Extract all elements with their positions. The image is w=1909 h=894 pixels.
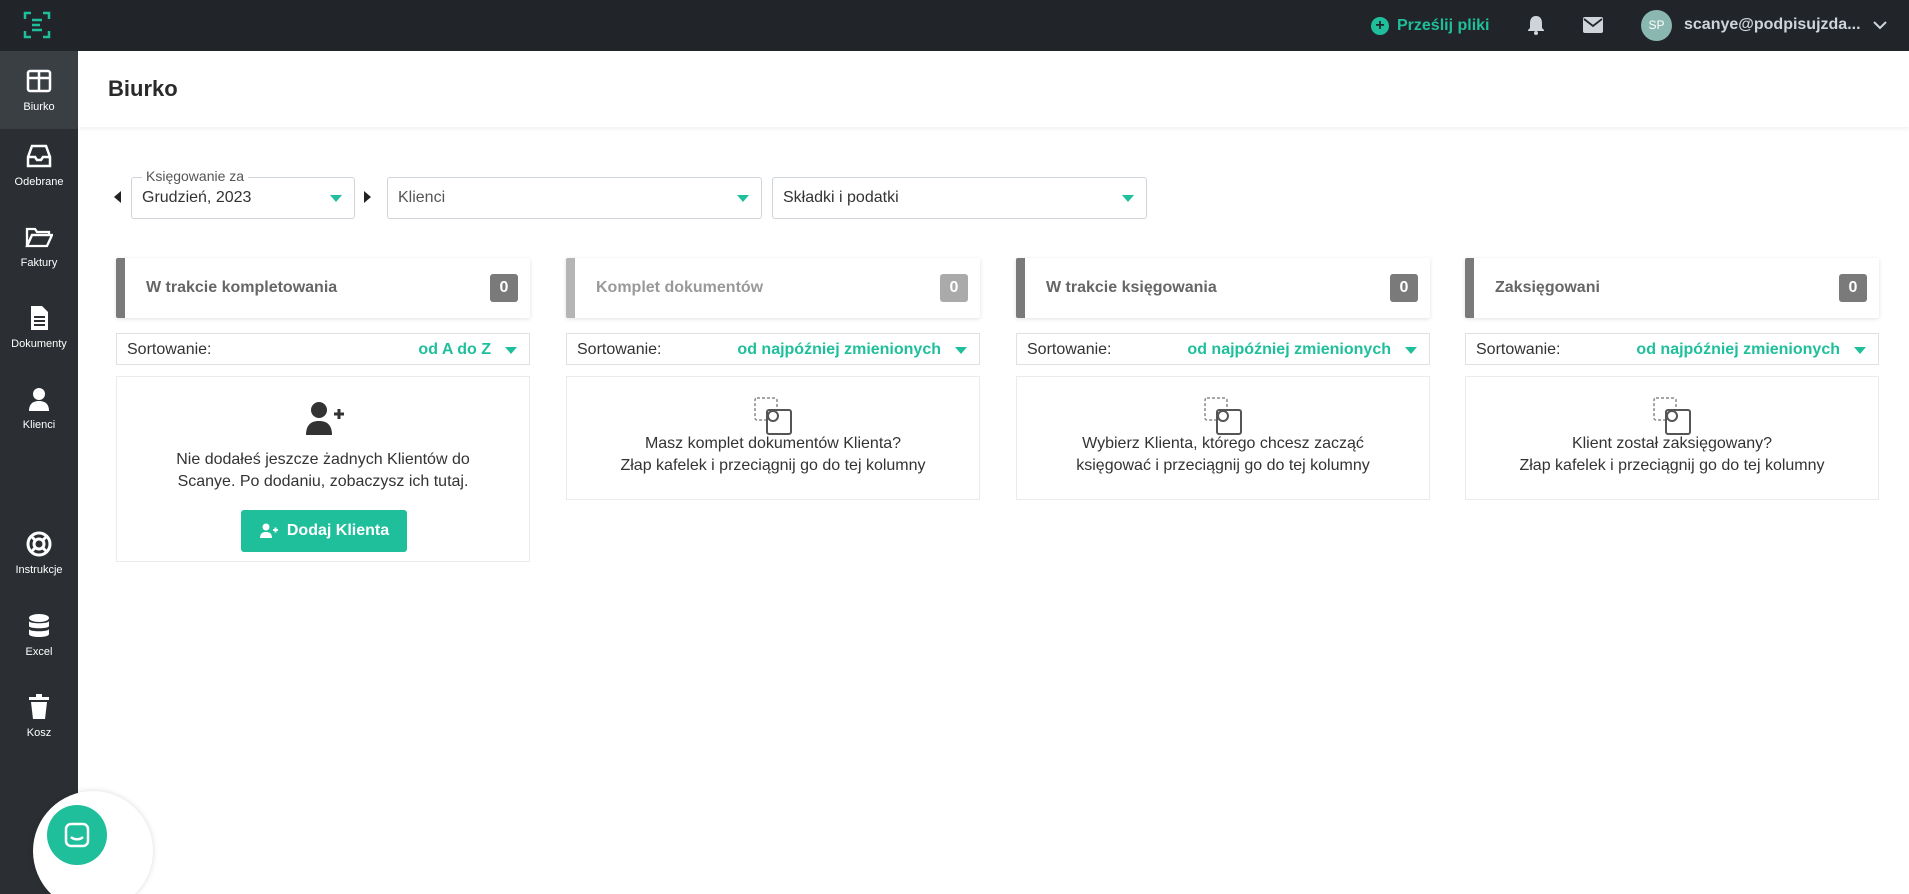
- database-icon: [29, 614, 49, 637]
- sort-select[interactable]: Sortowanie: od najpóźniej zmienionych: [566, 333, 980, 365]
- caret-down-icon: [330, 195, 342, 202]
- sidebar-item-label: Instrukcje: [15, 564, 63, 576]
- sidebar-item-label: Dokumenty: [11, 338, 67, 350]
- inbox-icon: [26, 144, 52, 168]
- folder-icon: [25, 227, 53, 248]
- mail-icon[interactable]: [1580, 12, 1606, 38]
- user-menu[interactable]: SP scanye@podpisujzda...: [1641, 8, 1887, 42]
- column-title: Komplet dokumentów: [596, 279, 764, 296]
- sort-select[interactable]: Sortowanie: od A do Z: [116, 333, 530, 365]
- sidebar-item-label: Odebrane: [14, 176, 64, 188]
- caret-down-icon: [1405, 347, 1417, 354]
- sidebar-item-label: Biurko: [23, 101, 55, 113]
- sidebar-item-label: Faktury: [20, 257, 58, 269]
- sidebar-item-label: Klienci: [22, 419, 56, 431]
- sort-select[interactable]: Sortowanie: od najpóźniej zmienionych: [1016, 333, 1430, 365]
- sort-label: Sortowanie:: [1027, 341, 1112, 358]
- sort-label: Sortowanie:: [127, 341, 212, 358]
- taxes-select-value: Składki i podatki: [783, 189, 899, 206]
- sort-value: od najpóźniej zmienionych: [737, 341, 941, 358]
- empty-clients-text-line: Nie dodałeś jeszcze żadnych Klientów do: [176, 451, 470, 468]
- sort-value: od najpóźniej zmienionych: [1636, 341, 1840, 358]
- drag-drop-icon: [754, 397, 792, 435]
- sort-select[interactable]: Sortowanie: od najpóźniej zmienionych: [1465, 333, 1879, 365]
- sidebar-item-label: Kosz: [26, 727, 52, 739]
- sidebar-item-instrukcje[interactable]: Instrukcje: [0, 514, 78, 592]
- dropzone-text-line: Wybierz Klienta, którego chcesz zacząć: [1082, 435, 1364, 452]
- dropzone-text-line: księgować i przeciągnij go do tej kolumn…: [1076, 457, 1370, 474]
- clients-select-placeholder: Klienci: [398, 189, 446, 206]
- add-client-label: Dodaj Klienta: [286, 522, 390, 539]
- sidebar-item-faktury[interactable]: Faktury: [0, 207, 78, 285]
- sort-label: Sortowanie:: [1476, 341, 1561, 358]
- taxes-select[interactable]: Składki i podatki: [772, 177, 1147, 219]
- top-bar: + Prześlij pliki SP scanye@podpisujzda..…: [0, 0, 1909, 51]
- user-icon: [29, 388, 49, 411]
- chat-launcher-button[interactable]: [47, 805, 107, 865]
- page-header: Biurko: [78, 51, 1909, 127]
- bell-icon[interactable]: [1523, 12, 1549, 38]
- sort-label: Sortowanie:: [577, 341, 662, 358]
- upload-files-button[interactable]: + Prześlij pliki: [1371, 12, 1489, 39]
- sidebar-item-kosz[interactable]: Kosz: [0, 677, 78, 755]
- period-select-value: Grudzień, 2023: [142, 189, 252, 206]
- column-header-in-progress: W trakcie kompletowania 0: [116, 258, 530, 318]
- dropzone-text-line: Masz komplet dokumentów Klienta?: [644, 435, 902, 452]
- trash-icon: [29, 694, 49, 719]
- add-user-icon: [259, 523, 278, 538]
- add-user-icon: [306, 402, 344, 435]
- sidebar: Biurko Odebrane Faktury Dokumenty Klienc…: [0, 51, 78, 894]
- period-select-legend: Księgowanie za: [142, 168, 249, 184]
- column-count-badge: 0: [1839, 274, 1867, 302]
- drag-drop-icon: [1653, 397, 1691, 435]
- caret-down-icon: [737, 195, 749, 202]
- column-count-badge: 0: [940, 274, 968, 302]
- sidebar-item-excel[interactable]: Excel: [0, 596, 78, 674]
- empty-column-dropzone: Wybierz Klienta, którego chcesz zacząć k…: [1016, 376, 1430, 500]
- empty-column-dropzone: Masz komplet dokumentów Klienta? Złap ka…: [566, 376, 980, 500]
- caret-down-icon: [1854, 347, 1866, 354]
- sort-value: od najpóźniej zmienionych: [1187, 341, 1391, 358]
- column-count-badge: 0: [1390, 274, 1418, 302]
- empty-clients-text-line: Scanye. Po dodaniu, zobaczysz ich tutaj.: [177, 473, 469, 490]
- sidebar-item-klienci[interactable]: Klienci: [0, 369, 78, 447]
- dropzone-text-line: Złap kafelek i przeciągnij go do tej kol…: [1519, 457, 1825, 474]
- empty-column-dropzone: Klient został zaksięgowany? Złap kafelek…: [1465, 376, 1879, 500]
- column-header-booked: Zaksięgowani 0: [1465, 258, 1879, 318]
- column-header-in-accounting: W trakcie księgowania 0: [1016, 258, 1430, 318]
- user-email: scanye@podpisujzda...: [1684, 16, 1861, 33]
- upload-files-label: Prześlij pliki: [1397, 16, 1490, 34]
- add-client-button[interactable]: Dodaj Klienta: [241, 510, 407, 552]
- sidebar-item-odebrane[interactable]: Odebrane: [0, 126, 78, 204]
- sort-value: od A do Z: [418, 341, 491, 358]
- empty-clients-card: Nie dodałeś jeszcze żadnych Klientów do …: [116, 376, 530, 562]
- lifebuoy-icon: [26, 531, 52, 557]
- sidebar-item-label: Excel: [25, 646, 53, 658]
- column-count-badge: 0: [490, 274, 518, 302]
- page-title: Biurko: [108, 76, 178, 101]
- dropzone-text-line: Klient został zaksięgowany?: [1571, 435, 1773, 452]
- drag-drop-icon: [1204, 397, 1242, 435]
- caret-down-icon: [955, 347, 967, 354]
- chat-icon: [64, 822, 90, 848]
- previous-period-arrow-icon[interactable]: [112, 190, 124, 204]
- desk-icon: [26, 69, 52, 93]
- next-period-arrow-icon[interactable]: [363, 190, 375, 204]
- plus-circle-icon: +: [1371, 16, 1389, 35]
- dropzone-text-line: Złap kafelek i przeciągnij go do tej kol…: [620, 457, 926, 474]
- caret-down-icon: [505, 347, 517, 354]
- avatar: SP: [1641, 9, 1672, 41]
- sidebar-item-biurko[interactable]: Biurko: [0, 51, 78, 129]
- column-title: W trakcie kompletowania: [146, 279, 338, 296]
- sidebar-item-dokumenty[interactable]: Dokumenty: [0, 288, 78, 366]
- column-title: W trakcie księgowania: [1046, 279, 1217, 296]
- caret-down-icon: [1122, 195, 1134, 202]
- column-title: Zaksięgowani: [1495, 279, 1600, 296]
- period-select[interactable]: Księgowanie za Grudzień, 2023: [131, 168, 355, 219]
- scanye-logo[interactable]: [22, 10, 52, 40]
- clients-select[interactable]: Klienci: [387, 177, 762, 219]
- chevron-down-icon: [1872, 20, 1887, 29]
- document-icon: [31, 306, 48, 330]
- column-header-documents-complete: Komplet dokumentów 0: [566, 258, 980, 318]
